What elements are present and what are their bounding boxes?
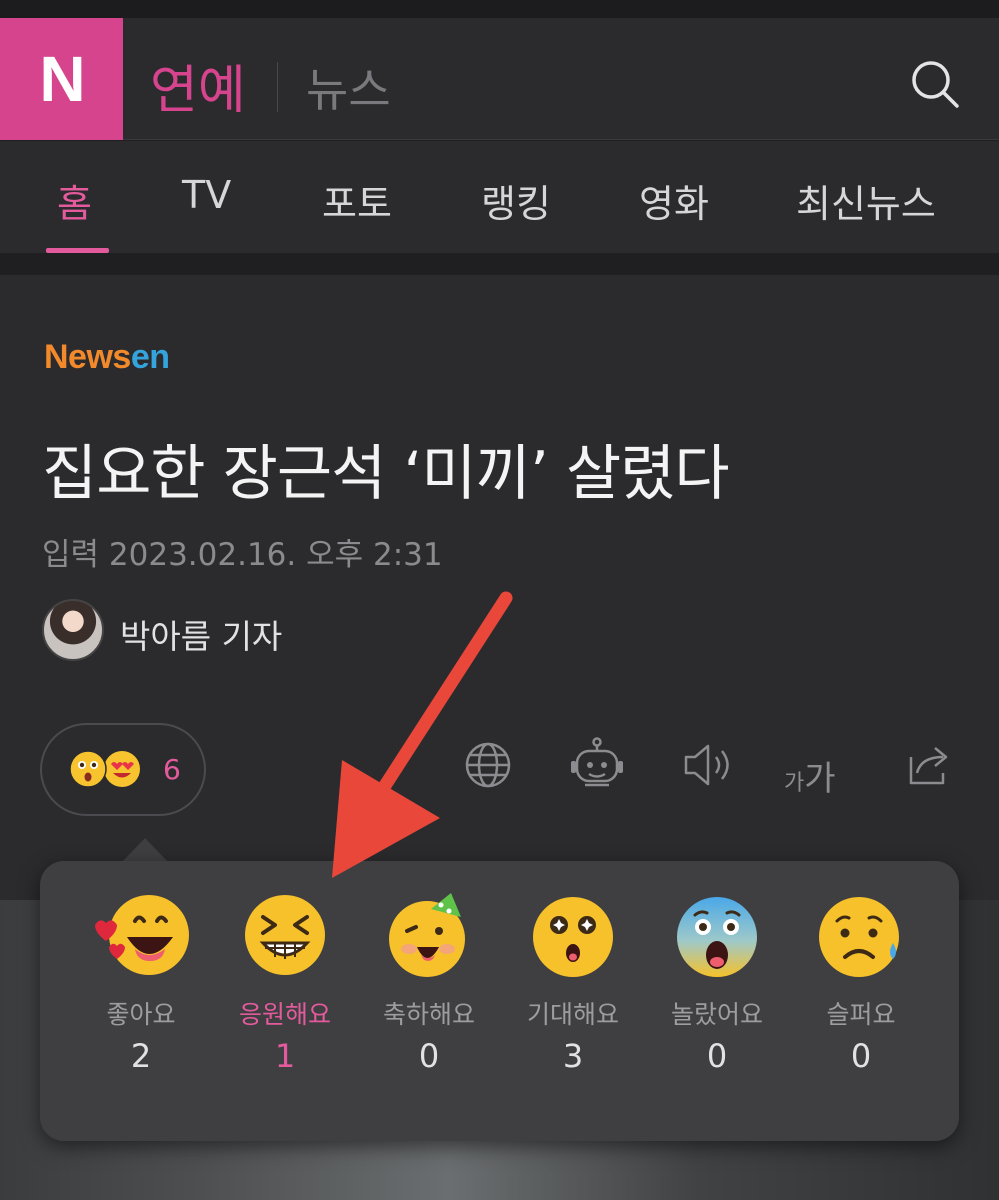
reaction-label: 축하해요 <box>382 1000 475 1029</box>
crying-face-emoji-icon <box>819 897 899 977</box>
reaction-surprised[interactable]: 놀랐어요 0 <box>647 891 787 1075</box>
reaction-count: 2 <box>130 1037 152 1075</box>
annotation-arrow-icon <box>332 591 513 878</box>
reaction-count: 1 <box>274 1037 296 1075</box>
share-icon[interactable] <box>897 735 957 795</box>
reaction-count: 0 <box>850 1037 872 1075</box>
reaction-count: 0 <box>706 1037 728 1075</box>
reaction-popup: 좋아요 2 응원해요 1 축하해요 0 기대해요 3 놀랐어요 0 슬퍼요 0 <box>40 861 959 1141</box>
heart-eyes-emoji-icon <box>104 751 140 787</box>
reaction-expect[interactable]: 기대해요 3 <box>503 891 643 1075</box>
section-title[interactable]: 연예 <box>150 48 246 123</box>
reaction-congrats[interactable]: 축하해요 0 <box>359 891 499 1075</box>
tab-ranking[interactable]: 랭킹 <box>481 173 551 228</box>
tab-tv[interactable]: TV <box>182 173 231 217</box>
header: N 연예 뉴스 <box>0 18 999 140</box>
reaction-label: 응원해요 <box>238 1000 331 1029</box>
search-icon[interactable] <box>905 54 965 114</box>
reaction-like[interactable]: 좋아요 2 <box>71 891 211 1075</box>
publish-date: 입력 2023.02.16. 오후 2:31 <box>42 537 443 573</box>
naver-logo[interactable]: N <box>0 18 123 140</box>
popup-tail <box>122 838 168 862</box>
tab-latest-news[interactable]: 최신뉴스 <box>796 173 936 228</box>
press-logo[interactable]: Newsen <box>44 338 170 377</box>
article-title: 집요한 장근석 ‘미끼’ 살렸다 <box>42 439 730 509</box>
grinning-squint-emoji-icon <box>245 895 325 975</box>
reporter-name[interactable]: 박아름 기자 <box>120 610 282 658</box>
tab-movie[interactable]: 영화 <box>639 173 709 228</box>
section-subtitle[interactable]: 뉴스 <box>306 54 391 120</box>
surprised-emoji-icon <box>69 750 107 788</box>
reaction-count: 3 <box>562 1037 584 1075</box>
sparkle-eyes-emoji-icon <box>533 897 613 977</box>
party-face-emoji-icon <box>389 893 465 977</box>
nav-tabs: 홈 TV 포토 랭킹 영화 최신뉴스 <box>0 141 999 253</box>
reaction-summary-button[interactable]: 6 <box>40 723 206 816</box>
tab-home[interactable]: 홈 <box>57 173 92 228</box>
reaction-label: 기대해요 <box>526 1000 619 1029</box>
font-size-button[interactable]: 가가 <box>784 751 854 801</box>
status-bar <box>0 0 999 18</box>
screaming-face-emoji-icon <box>677 897 757 977</box>
reaction-cheer[interactable]: 응원해요 1 <box>215 891 355 1075</box>
love-face-emoji-icon <box>95 895 189 975</box>
reaction-label: 좋아요 <box>106 1000 176 1029</box>
reaction-label: 슬퍼요 <box>826 1000 896 1029</box>
divider <box>277 62 278 112</box>
reaction-total-count: 6 <box>163 753 181 786</box>
tab-photo[interactable]: 포토 <box>322 173 392 228</box>
separator <box>0 253 999 275</box>
reporter-avatar[interactable] <box>42 599 104 661</box>
robot-icon[interactable] <box>567 735 627 795</box>
reaction-label: 놀랐어요 <box>670 1000 763 1029</box>
reaction-count: 0 <box>418 1037 440 1075</box>
reaction-sad[interactable]: 슬퍼요 0 <box>791 891 931 1075</box>
speaker-icon[interactable] <box>676 735 736 795</box>
